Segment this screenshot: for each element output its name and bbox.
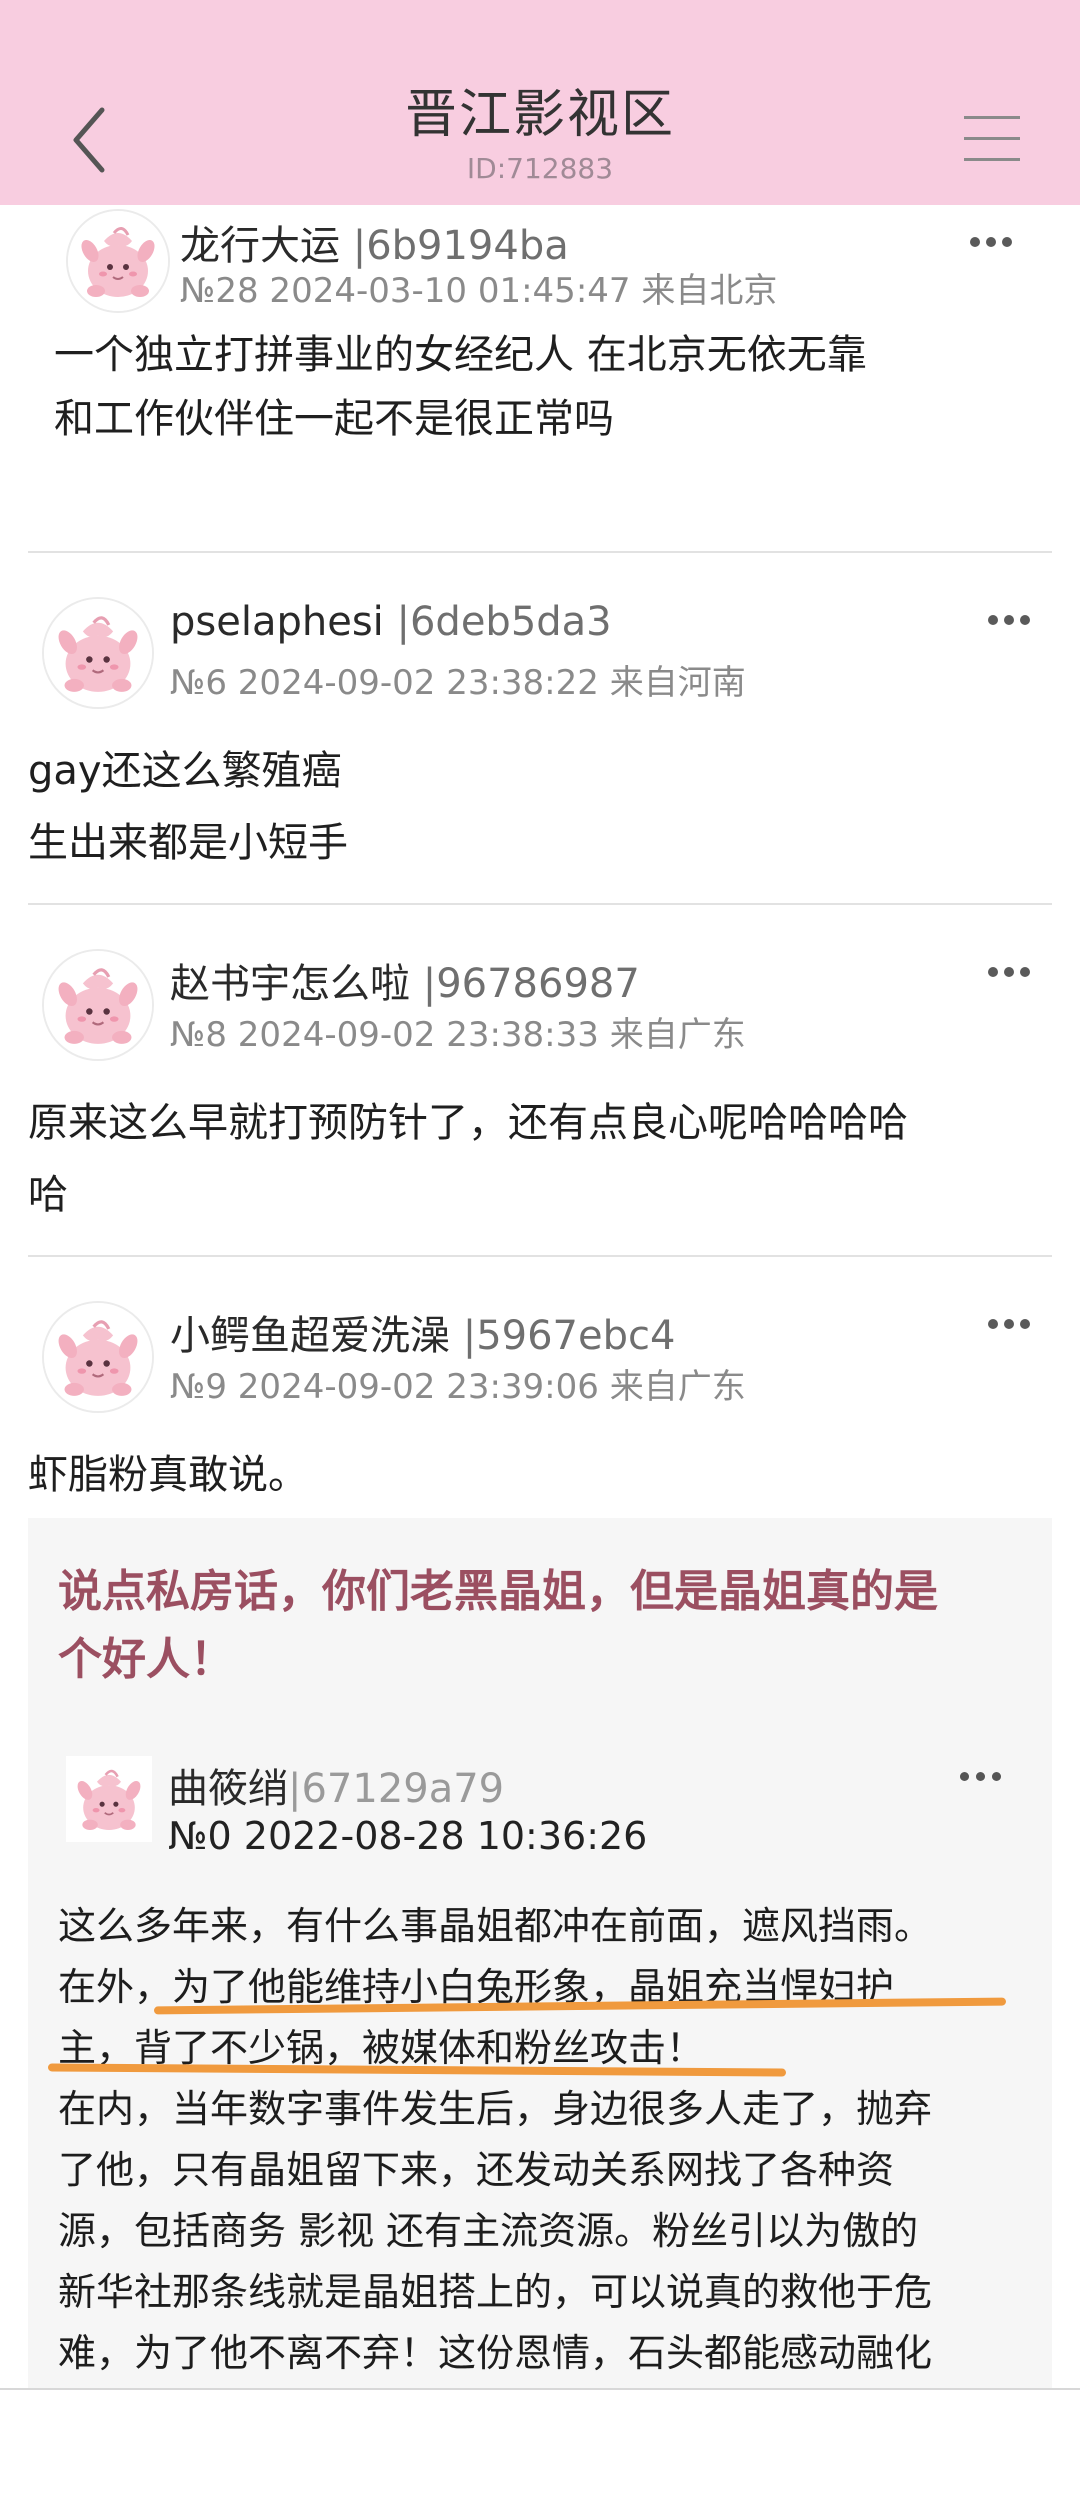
user-id: |6deb5da3 [383,599,612,645]
top-navigation-bar: 晋江影视区 ID:712883 [0,0,1080,205]
post-username[interactable]: 小鳄鱼超爱洗澡 |5967ebc4 [170,1303,675,1361]
post-meta: №9 2024-09-02 23:39:06 来自广东 [170,1367,746,1407]
username-text: 小鳄鱼超爱洗澡 [170,1313,450,1359]
pink-balloon-creature-avatar-icon [66,1756,152,1842]
post-content: 虾脂粉真敢说。 [28,1439,308,1511]
post-item: pselaphesi |6deb5da3 №6 2024-09-02 23:38… [0,553,1080,903]
post-item: 龙行大运 |6b9194ba №28 2024-03-10 01:45:47 来… [0,205,1080,552]
content-line: 一个独立打拼事业的女经纪人 在北京无依无靠 [54,332,867,378]
post-username[interactable]: pselaphesi |6deb5da3 [170,599,612,645]
user-id: |5967ebc4 [450,1313,676,1359]
content-line: 原来这么早就打预防针了，还有点良心呢哈哈哈哈 [28,1100,908,1146]
content-line: 虾脂粉真敢说。 [28,1452,308,1498]
pink-balloon-creature-avatar-icon [44,1303,152,1411]
post-item: 赵书宇怎么啦 |96786987 №8 2024-09-02 23:38:33 … [0,905,1080,1255]
pink-balloon-creature-avatar-icon [44,951,152,1059]
avatar[interactable] [66,209,170,313]
content-line: 哈 [28,1172,68,1218]
post-content: gay还这么繁殖癌 生出来都是小短手 [28,735,348,879]
content-line: 生出来都是小短手 [28,820,348,866]
menu-button[interactable] [962,112,1022,166]
headline-line: 个好人！ [58,1634,234,1685]
quote-meta: №0 2022-08-28 10:36:26 [168,1814,648,1858]
content-line: gay还这么繁殖癌 [28,748,342,794]
pink-balloon-creature-avatar-icon [68,211,168,311]
quote-body: 这么多年来，有什么事晶姐都冲在前面，遮风挡雨。 在外，为了他能维持小白兔形象，晶… [58,1896,932,2384]
user-id: |96786987 [410,961,640,1007]
content-line: 和工作伙伴住一起不是很正常吗 [54,396,614,442]
page-title: 晋江影视区 [404,85,675,145]
headline-line: 说点私房话，你们老黑晶姐，但是晶姐真的是 [58,1566,938,1617]
username-text: 曲筱绡 [168,1766,288,1812]
more-button[interactable] [984,605,1044,635]
more-button[interactable] [966,227,1026,257]
quote-line: 了他，只有晶姐留下来，还发动关系网找了各种资 [58,2148,895,2192]
quote-line: 在内，当年数字事件发生后，身边很多人走了，抛弃 [58,2087,933,2131]
post-meta: №28 2024-03-10 01:45:47 来自北京 [180,271,778,311]
post-content: 原来这么早就打预防针了，还有点良心呢哈哈哈哈 哈 [28,1087,908,1231]
quote-line: 这么多年来，有什么事晶姐都冲在前面，遮风挡雨。 [58,1904,933,1948]
post-content: 一个独立打拼事业的女经纪人 在北京无依无靠 和工作伙伴住一起不是很正常吗 [54,323,867,451]
avatar[interactable] [42,597,154,709]
avatar[interactable] [42,1301,154,1413]
username-text: pselaphesi [170,599,384,645]
more-button[interactable] [984,957,1044,987]
post-meta: №8 2024-09-02 23:38:33 来自广东 [170,1015,746,1055]
post-meta: №6 2024-09-02 23:38:22 来自河南 [170,663,746,703]
more-button[interactable] [984,1309,1044,1339]
avatar[interactable] [42,949,154,1061]
post-username[interactable]: 赵书宇怎么啦 |96786987 [170,951,640,1009]
quoted-screenshot-image[interactable]: 说点私房话，你们老黑晶姐，但是晶姐真的是 个好人！ 曲筱绡|67129a79 №… [28,1518,1052,2388]
forum-id: ID:712883 [466,152,614,185]
hamburger-menu-icon [964,116,1020,161]
username-text: 赵书宇怎么啦 [170,961,410,1007]
quote-username: 曲筱绡|67129a79 [168,1756,504,1814]
more-dots-icon [958,1766,1008,1790]
quote-line: 源，包括商务 影视 还有主流资源。粉丝引以为傲的 [58,2209,919,2253]
divider [0,2388,1080,2390]
pink-balloon-creature-avatar-icon [44,599,152,707]
quote-line: 难，为了他不离不弃！这份恩情，石头都能感动融化 [58,2331,933,2375]
user-id: |67129a79 [288,1766,505,1812]
avatar [66,1756,152,1842]
quote-line: 新华社那条线就是晶姐搭上的，可以说真的救他于危 [58,2270,933,2314]
quote-headline: 说点私房话，你们老黑晶姐，但是晶姐真的是 个好人！ [58,1558,938,1694]
